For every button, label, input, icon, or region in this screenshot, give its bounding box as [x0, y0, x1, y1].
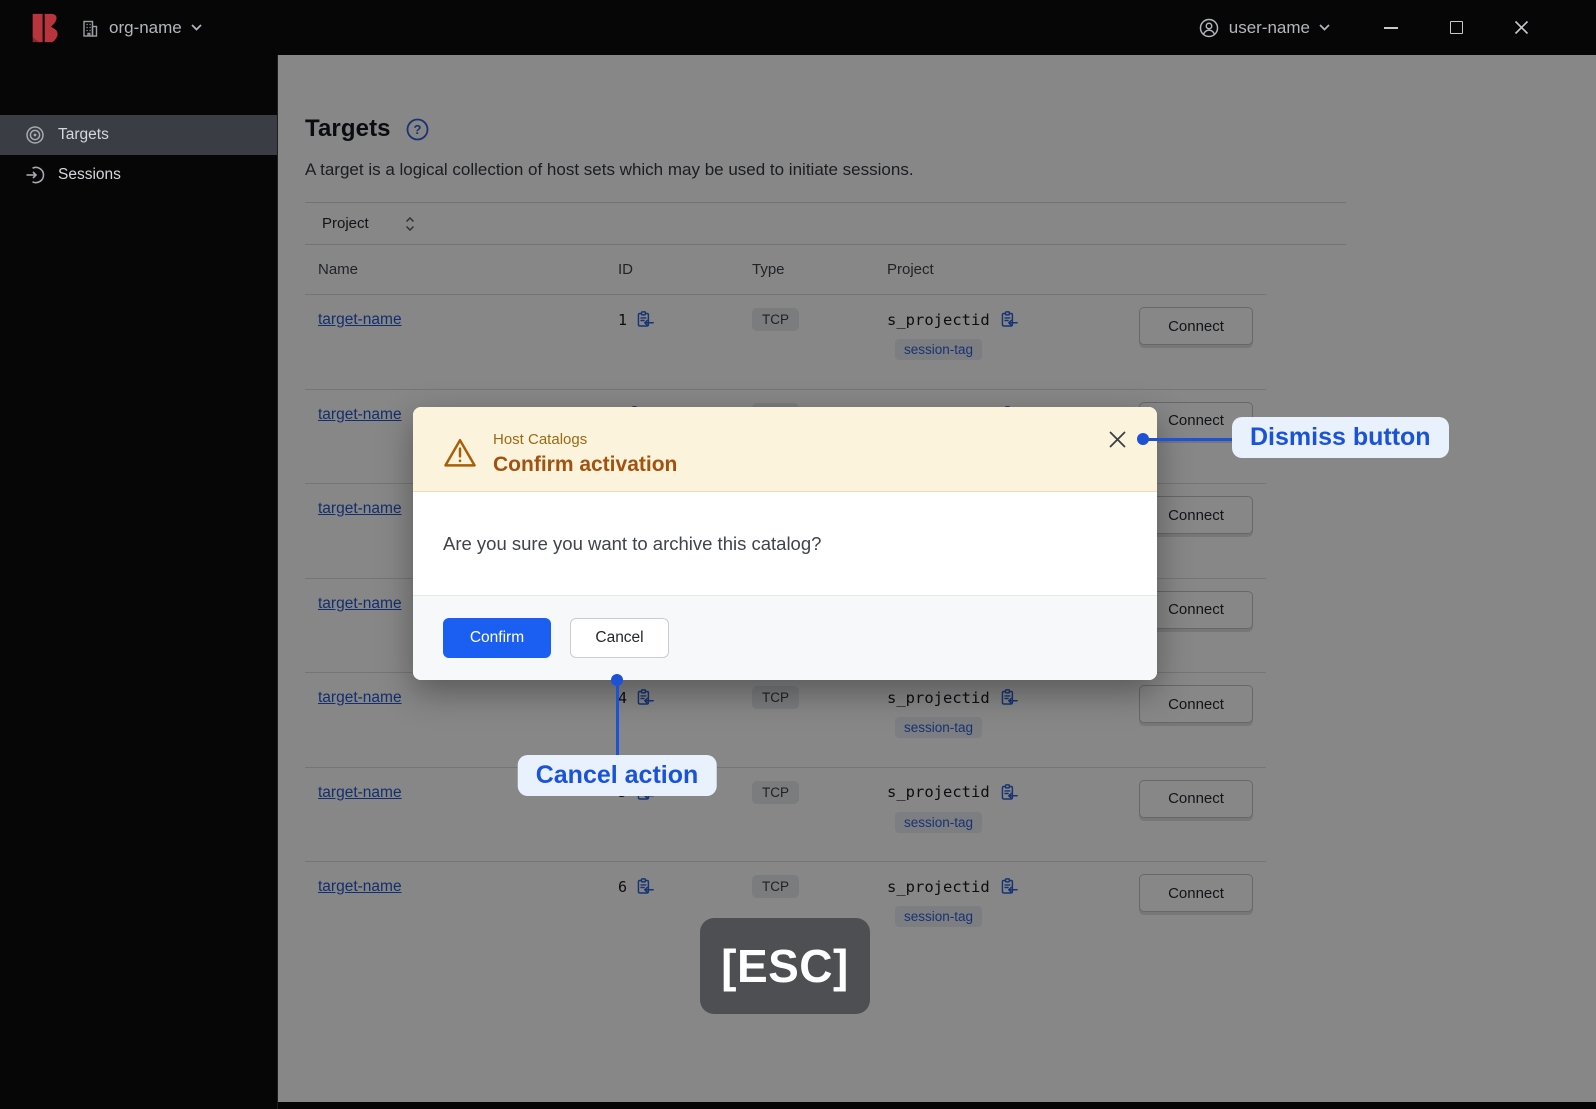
dismiss-annotation-label: Dismiss button	[1232, 417, 1449, 458]
minimize-icon	[1384, 26, 1398, 29]
content-panel: Targets ? A target is a logical collecti…	[278, 55, 1596, 1102]
minimize-button[interactable]	[1382, 19, 1400, 37]
user-name-label: user-name	[1228, 17, 1310, 37]
user-menu[interactable]: user-name	[1198, 17, 1330, 39]
boundary-logo-icon	[26, 10, 62, 46]
modal-title: Confirm activation	[493, 453, 678, 476]
bullseye-icon	[25, 125, 45, 145]
maximize-button[interactable]	[1447, 19, 1465, 37]
person-circle-icon	[1198, 17, 1220, 39]
maximize-icon	[1449, 21, 1463, 34]
cancel-annotation-label: Cancel action	[517, 755, 717, 796]
org-switcher[interactable]: org-name	[80, 18, 202, 38]
top-bar: org-name user-name	[0, 0, 1596, 55]
sign-in-icon	[25, 165, 45, 185]
cancel-annotation-line	[615, 684, 619, 757]
sidebar-item-sessions[interactable]: Sessions	[0, 155, 277, 195]
warning-triangle-icon	[442, 437, 478, 469]
dismiss-annotation-line	[1143, 437, 1233, 441]
esc-key-badge: [ESC]	[700, 918, 870, 1014]
sidebar-item-targets[interactable]: Targets	[0, 115, 277, 155]
close-window-button[interactable]	[1512, 19, 1530, 37]
modal-footer: Confirm Cancel	[413, 595, 1157, 680]
sidebar: Targets Sessions	[0, 55, 278, 1109]
modal-header: Host Catalogs Confirm activation	[413, 407, 1157, 492]
cancel-button[interactable]: Cancel	[570, 618, 669, 658]
chevron-down-icon	[191, 24, 202, 31]
modal-eyebrow: Host Catalogs	[493, 431, 588, 448]
confirm-modal: Host Catalogs Confirm activation Are you…	[413, 407, 1157, 680]
building-icon	[80, 18, 100, 38]
dismiss-button[interactable]	[1107, 429, 1127, 449]
confirm-button[interactable]: Confirm	[443, 618, 551, 658]
modal-message: Are you sure you want to archive this ca…	[413, 492, 1157, 595]
sidebar-item-label: Sessions	[58, 166, 121, 183]
close-icon	[1514, 20, 1528, 35]
chevron-down-icon	[1319, 24, 1330, 31]
x-icon	[1109, 431, 1125, 447]
app-window: org-name user-name Targets Sessions Targ…	[0, 0, 1596, 1109]
sidebar-item-label: Targets	[58, 126, 109, 143]
org-name-label: org-name	[109, 17, 182, 37]
